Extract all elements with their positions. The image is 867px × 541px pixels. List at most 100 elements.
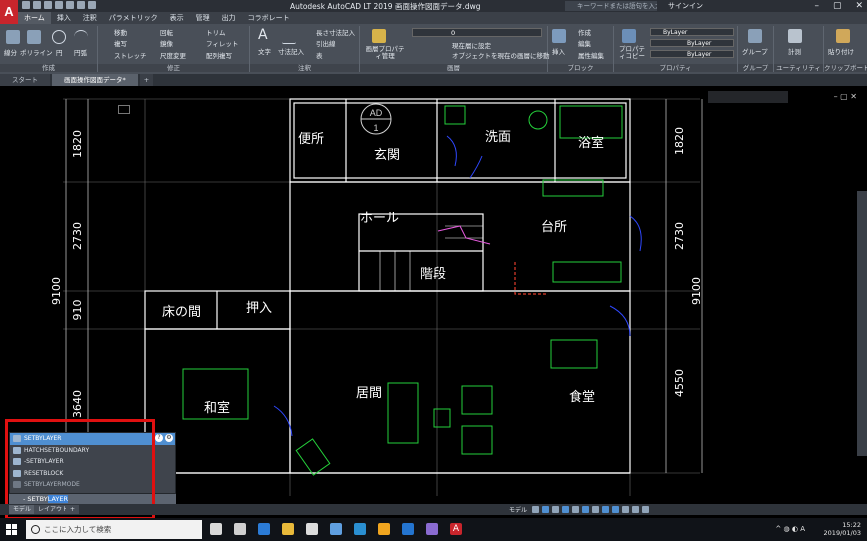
rotate-button[interactable]: 回転 — [160, 27, 173, 37]
match-properties-icon[interactable] — [622, 29, 636, 43]
linear-dim-button[interactable]: 長さ寸法記入 — [316, 27, 355, 37]
taskbar-search-input[interactable]: ここに入力して検索 — [26, 520, 202, 539]
quick-access-toolbar[interactable] — [22, 1, 96, 9]
edit-block-button[interactable]: 編集 — [578, 38, 591, 48]
paste-icon[interactable] — [836, 29, 850, 43]
tray-overflow-icon[interactable]: ^ — [775, 525, 781, 533]
grid-icon[interactable] — [532, 506, 540, 513]
leader-button[interactable]: 引出線 — [316, 38, 336, 48]
new-icon[interactable] — [22, 1, 30, 9]
color-dropdown[interactable]: ByLayer — [650, 28, 734, 36]
tab-manage[interactable]: 管理 — [190, 12, 216, 24]
tab-output[interactable]: 出力 — [216, 12, 242, 24]
workspace-icon[interactable] — [632, 506, 640, 513]
snap-icon[interactable] — [542, 506, 550, 513]
add-layout-icon[interactable]: + — [66, 505, 80, 514]
group-button[interactable]: グループ — [742, 46, 768, 56]
group-icon[interactable] — [748, 29, 762, 43]
tab-parametric[interactable]: パラメトリック — [103, 12, 164, 24]
scale-button[interactable]: 尺度変更 — [160, 50, 186, 60]
saveas-icon[interactable] — [55, 1, 63, 9]
circle-button[interactable]: 円 — [56, 47, 63, 57]
measure-icon[interactable] — [788, 29, 802, 43]
circle-icon[interactable] — [52, 30, 66, 44]
set-current-layer-button[interactable]: 現在層に設定 — [452, 40, 491, 50]
osnap-icon[interactable] — [572, 506, 580, 513]
polyline-button[interactable]: ポリライン — [20, 47, 53, 57]
layer-properties-button[interactable]: 画層プロパティ管理 — [364, 46, 406, 60]
clipboard-panel-label[interactable]: クリップボード — [824, 64, 867, 72]
mirror-button[interactable]: 鏡像 — [160, 38, 173, 48]
new-tab-icon[interactable]: + — [139, 74, 154, 86]
dimension-button[interactable]: 寸法記入 — [278, 46, 304, 56]
task-view-icon[interactable] — [234, 523, 246, 535]
line-button[interactable]: 線分 — [4, 47, 17, 57]
fillet-button[interactable]: フィレット — [206, 38, 238, 48]
microphone-icon[interactable] — [210, 523, 222, 535]
properties-panel-label[interactable]: プロパティ — [614, 64, 737, 72]
match-properties-button[interactable]: プロパティコピー — [618, 46, 646, 60]
utility-panel-label[interactable]: ユーティリティ — [774, 64, 823, 72]
annotation-panel-label[interactable]: 注釈 — [250, 64, 359, 72]
tab-collaborate[interactable]: コラボレート — [242, 12, 296, 24]
lineweight-icon[interactable] — [592, 506, 600, 513]
volume-icon[interactable]: ◐ — [792, 525, 798, 533]
command-item[interactable]: RESETBLOCK — [10, 468, 175, 480]
ime-indicator[interactable]: A — [800, 525, 805, 533]
print-icon[interactable] — [66, 1, 74, 9]
tab-home[interactable]: ホーム — [18, 12, 51, 24]
draw-panel-label[interactable]: 作成 — [0, 64, 97, 72]
app-icon[interactable] — [426, 523, 438, 535]
maximize-icon[interactable]: ▢ — [833, 0, 842, 12]
array-button[interactable]: 配列複写 — [206, 50, 232, 60]
autocad-logo-icon[interactable]: A — [0, 0, 18, 24]
signin-button[interactable]: サインイン — [668, 1, 703, 11]
insert-button[interactable]: 挿入 — [552, 46, 565, 56]
command-item[interactable]: -SETBYLAYER — [10, 456, 175, 468]
polar-icon[interactable] — [562, 506, 570, 513]
autocad-taskbar-icon[interactable]: A — [450, 523, 462, 535]
group-panel-label[interactable]: グループ — [738, 64, 773, 72]
drawing-window-controls[interactable]: – ▢ ✕ — [834, 92, 857, 101]
layer-panel-label[interactable]: 画層 — [360, 64, 547, 72]
polyline-icon[interactable] — [27, 30, 41, 44]
command-item[interactable]: SETBYLAYERMODE — [10, 479, 175, 491]
navigation-bar[interactable] — [857, 191, 867, 456]
trim-button[interactable]: トリム — [206, 27, 226, 37]
mail-icon[interactable] — [306, 523, 318, 535]
minimize-icon[interactable]: – — [814, 0, 819, 12]
insert-icon[interactable] — [552, 29, 566, 43]
move-button[interactable]: 移動 — [114, 27, 127, 37]
tab-model[interactable]: モデル — [9, 505, 36, 514]
line-icon[interactable] — [6, 30, 20, 44]
ortho-icon[interactable] — [552, 506, 560, 513]
file-tab-start[interactable]: スタート — [0, 74, 50, 86]
file-explorer-icon[interactable] — [282, 523, 294, 535]
search-input[interactable]: キーワードまたは語句を入力 — [565, 1, 657, 11]
windows-start-icon[interactable] — [6, 524, 17, 535]
undo-icon[interactable] — [77, 1, 85, 9]
text-button[interactable]: 文字 — [258, 46, 271, 56]
arc-icon[interactable] — [74, 30, 88, 44]
dimension-icon[interactable] — [282, 30, 296, 44]
tab-annotate[interactable]: 注釈 — [77, 12, 103, 24]
network-icon[interactable]: ◍ — [784, 525, 790, 533]
command-item[interactable]: SETBYLAYER — [10, 433, 175, 445]
movies-icon[interactable] — [378, 523, 390, 535]
settings-icon[interactable]: ⚙ — [165, 434, 173, 442]
block-panel-label[interactable]: ブロック — [548, 64, 613, 72]
annotation-scale-icon[interactable] — [622, 506, 630, 513]
store-icon[interactable] — [330, 523, 342, 535]
save-icon[interactable] — [44, 1, 52, 9]
table-button[interactable]: 表 — [316, 50, 323, 60]
layer-dropdown[interactable]: 0 — [412, 28, 542, 37]
edge-icon[interactable] — [258, 523, 270, 535]
customize-icon[interactable] — [642, 506, 650, 513]
viewcube[interactable] — [708, 91, 788, 103]
otrack-icon[interactable] — [582, 506, 590, 513]
layer-properties-icon[interactable] — [372, 29, 386, 43]
command-item[interactable]: HATCHSETBOUNDARY — [10, 445, 175, 457]
edit-attribute-button[interactable]: 属性編集 — [578, 50, 604, 60]
measure-button[interactable]: 計測 — [788, 46, 801, 56]
create-block-button[interactable]: 作成 — [578, 27, 591, 37]
